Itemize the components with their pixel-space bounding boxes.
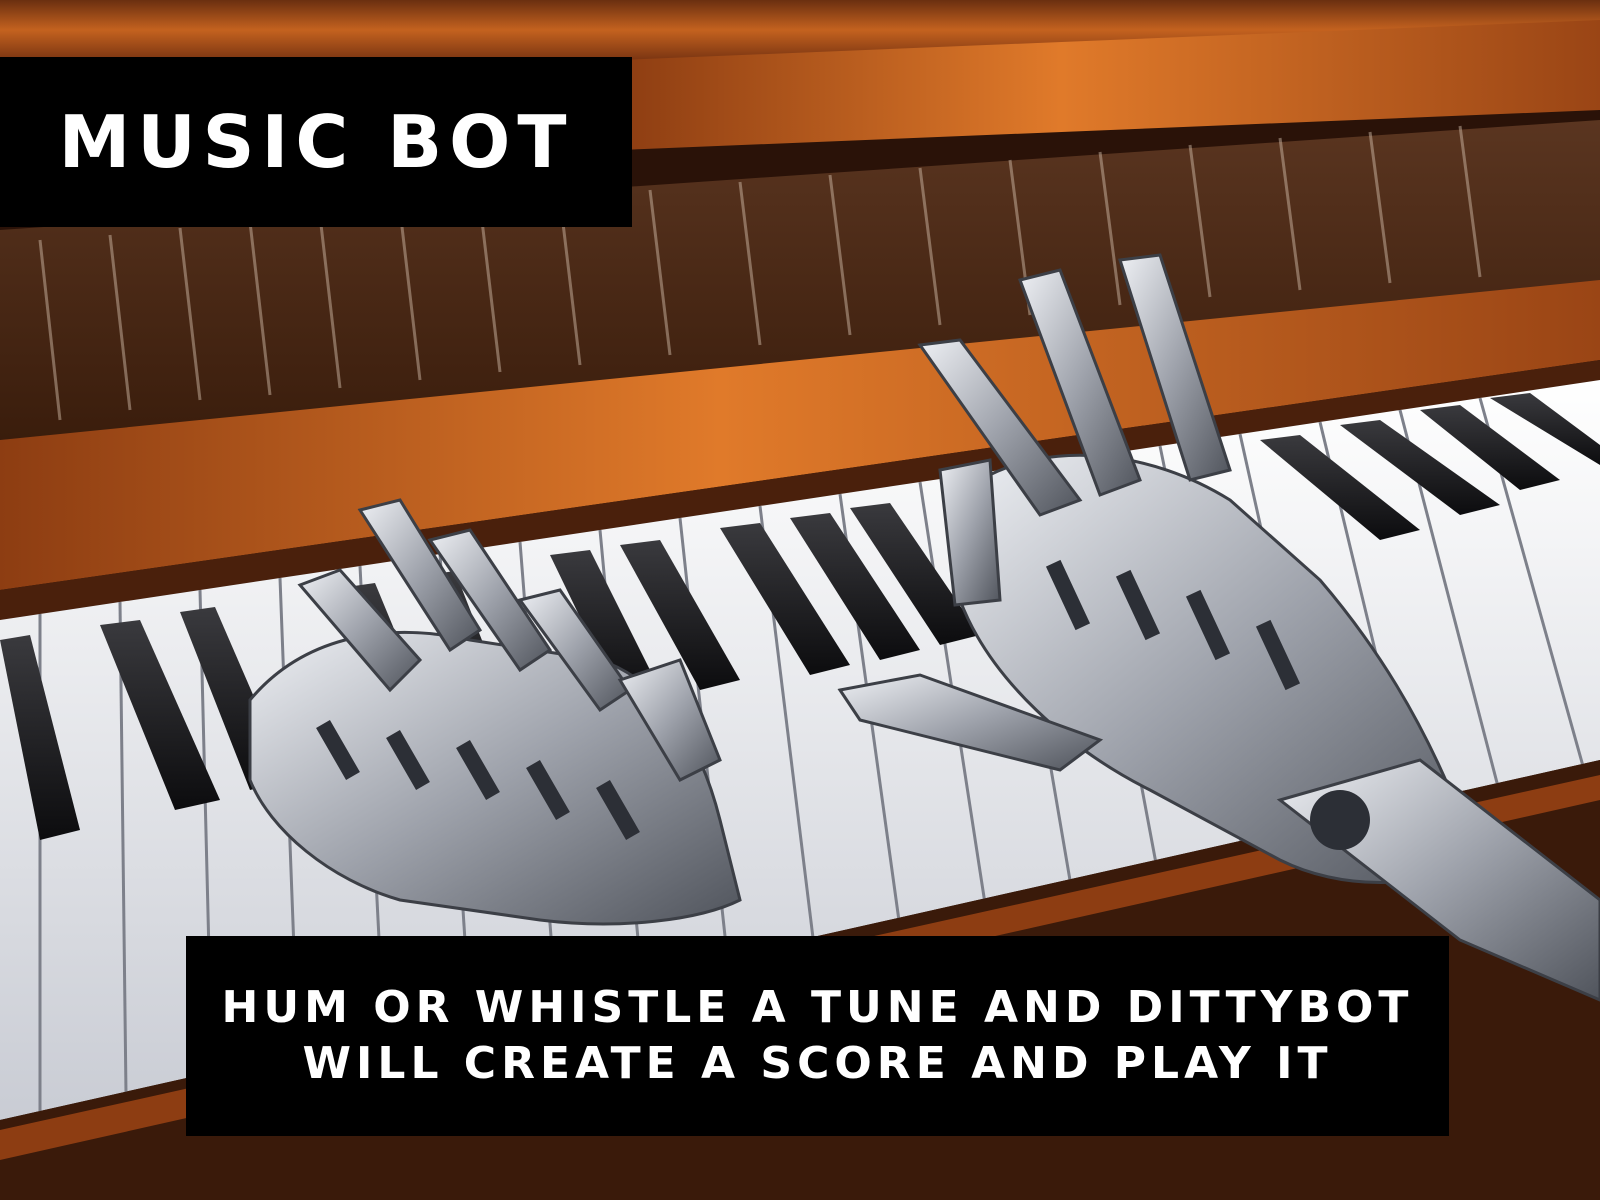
caption-banner: HUM OR WHISTLE A TUNE AND DITTYBOT WILL … [186,936,1449,1136]
slide: MUSIC BOT HUM OR WHISTLE A TUNE AND DITT… [0,0,1600,1200]
caption-line-2: WILL CREATE A SCORE AND PLAY IT [302,1038,1333,1089]
caption-line-1: HUM OR WHISTLE A TUNE AND DITTYBOT [221,982,1414,1033]
title-banner: MUSIC BOT [0,57,632,227]
page-title: MUSIC BOT [58,100,574,184]
